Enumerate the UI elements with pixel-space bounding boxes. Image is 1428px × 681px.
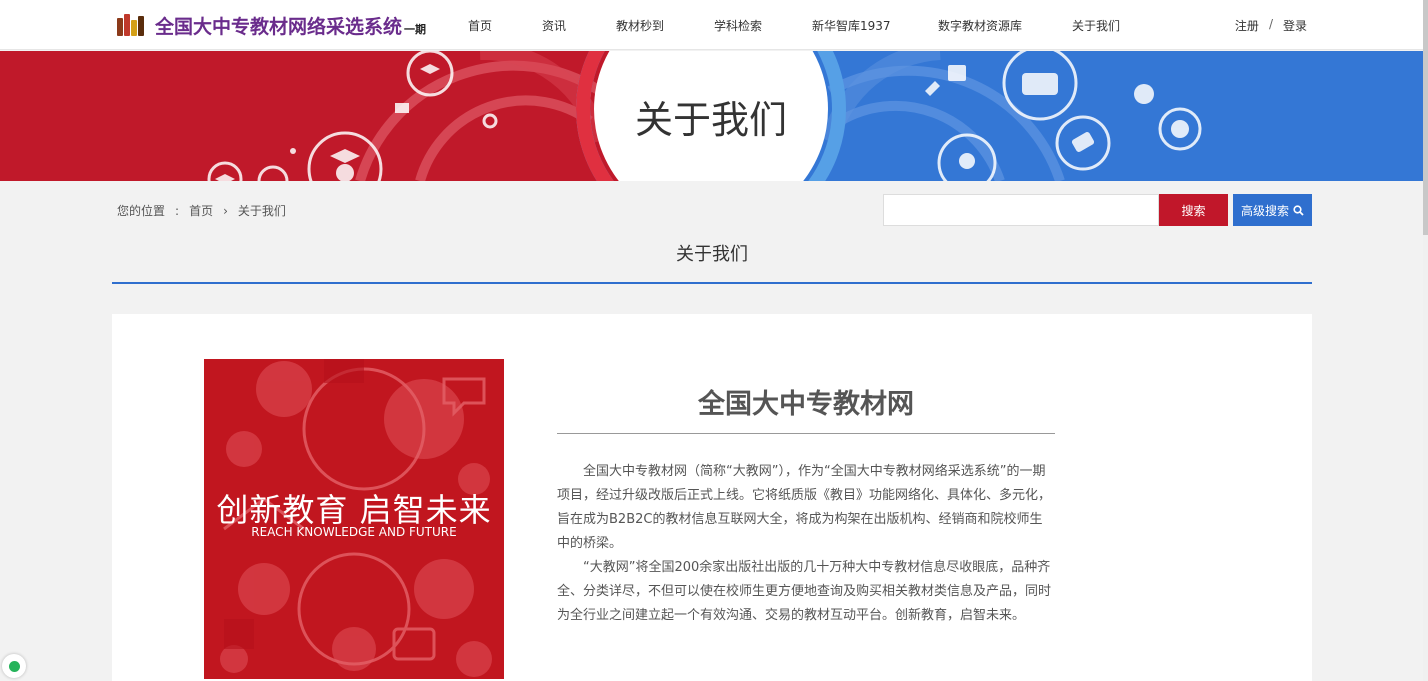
site-name-heading: 全国大中专教材网	[698, 389, 914, 420]
nav-subject-search[interactable]: 学科检索	[714, 17, 762, 34]
register-link[interactable]: 注册	[1235, 17, 1259, 34]
breadcrumb: 您的位置 : 首页 › 关于我们	[117, 202, 286, 219]
banner-title: 关于我们	[634, 97, 787, 142]
books-icon	[117, 14, 147, 36]
nav-news[interactable]: 资讯	[542, 17, 566, 34]
advanced-search-button[interactable]: 高级搜索	[1233, 194, 1312, 226]
search-input[interactable]	[883, 194, 1159, 226]
breadcrumb-label: 您的位置	[117, 204, 166, 218]
about-card: 创新教育 启智未来 REACH KNOWLEDGE AND FUTURE 全国大…	[112, 314, 1312, 681]
nav-xinhua-library[interactable]: 新华智库1937	[812, 17, 891, 34]
intro-paragraph: “大教网”将全国200余家出版社出版的几十万种大中专教材信息尽收眼底，品种齐全、…	[557, 560, 1052, 623]
breadcrumb-current: 关于我们	[237, 204, 286, 218]
promo-slogan-en: REACH KNOWLEDGE AND FUTURE	[251, 525, 457, 539]
page-scrollbar[interactable]	[1423, 0, 1428, 681]
nav-textbook-fast[interactable]: 教材秒到	[616, 17, 664, 34]
intro-text: 全国大中专教材网（简称“大教网”），作为“全国大中专教材网络采选系统”的一期项目…	[557, 460, 1055, 628]
nav-digital-resources[interactable]: 数字教材资源库	[938, 17, 1022, 34]
page-banner: 关于我们	[0, 51, 1423, 181]
search-button[interactable]: 搜索	[1159, 194, 1228, 226]
scrollbar-thumb[interactable]	[1423, 0, 1428, 235]
section-divider	[112, 282, 1312, 284]
breadcrumb-colon: :	[175, 203, 180, 218]
logo-subtitle: 一期	[404, 23, 427, 36]
promo-image: 创新教育 启智未来 REACH KNOWLEDGE AND FUTURE	[204, 359, 504, 679]
logo-title: 全国大中专教材网络采选系统	[155, 15, 403, 38]
auth-links: 注册 / 登录	[1235, 17, 1307, 34]
nav-home[interactable]: 首页	[468, 17, 492, 34]
section-title: 关于我们	[676, 244, 748, 265]
nav-about-us[interactable]: 关于我们	[1072, 17, 1120, 34]
site-name-divider	[557, 433, 1055, 434]
auth-separator: /	[1268, 17, 1273, 31]
site-logo[interactable]: 全国大中专教材网络采选系统 一期	[117, 12, 426, 38]
breadcrumb-home[interactable]: 首页	[189, 202, 213, 219]
login-link[interactable]: 登录	[1283, 17, 1307, 34]
top-header: 全国大中专教材网络采选系统 一期 首页 资讯 教材秒到 学科检索 新华智库193…	[0, 0, 1423, 50]
intro-paragraph: 全国大中专教材网（简称“大教网”），作为“全国大中专教材网络采选系统”的一期项目…	[557, 464, 1052, 551]
advanced-search-label: 高级搜索	[1240, 203, 1289, 218]
chevron-right-icon: ›	[223, 203, 228, 218]
online-status-icon[interactable]	[2, 654, 26, 678]
search-icon	[1293, 204, 1304, 216]
